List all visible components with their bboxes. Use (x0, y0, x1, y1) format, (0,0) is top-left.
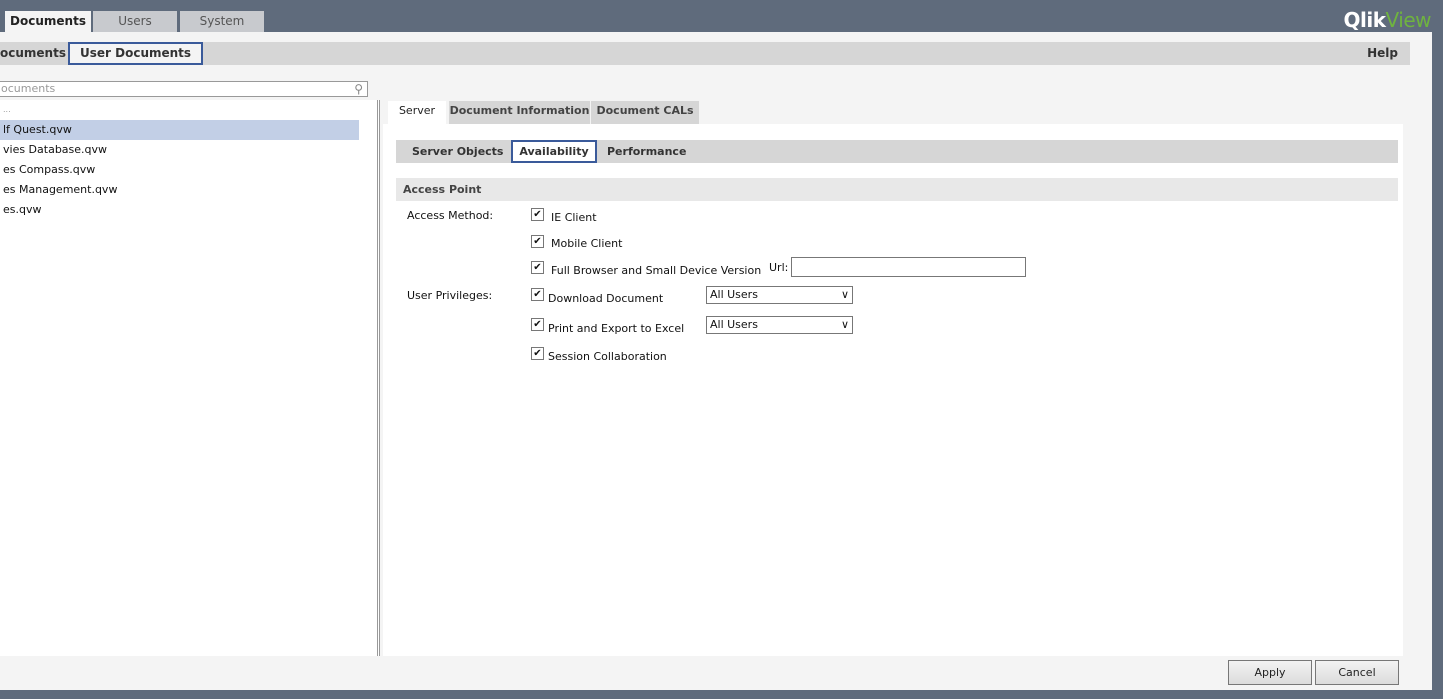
download-document-label: Download Document (548, 292, 664, 305)
list-item[interactable]: lf Quest.qvw (0, 120, 359, 140)
search-input[interactable]: ocuments ⚲ (0, 81, 368, 97)
url-input[interactable] (791, 257, 1026, 277)
full-browser-label: Full Browser and Small Device Version (551, 264, 762, 277)
print-export-label: Print and Export to Excel (548, 322, 685, 335)
document-details: Server Document Information Document CAL… (383, 100, 1403, 685)
subtab-performance[interactable]: Performance (607, 140, 686, 163)
apply-button[interactable]: Apply (1228, 660, 1312, 685)
sub-nav-user-documents[interactable]: User Documents (68, 42, 204, 65)
tab-server[interactable]: Server (388, 101, 446, 124)
access-method-label: Access Method: (407, 209, 494, 222)
url-label: Url: (769, 261, 789, 274)
qlikview-logo: QlikView (1343, 8, 1432, 32)
tab-users[interactable]: Users (93, 11, 177, 32)
download-users-select[interactable]: All Users ∨ (706, 286, 853, 304)
list-item[interactable]: es.qvw (0, 200, 359, 220)
sub-nav: ocuments User Documents Help (0, 42, 1410, 65)
subtab-server-objects[interactable]: Server Objects (412, 140, 503, 163)
cancel-button[interactable]: Cancel (1315, 660, 1399, 685)
mobile-client-checkbox[interactable]: ✔ (531, 235, 544, 248)
list-item[interactable]: es Compass.qvw (0, 160, 359, 180)
tab-documents[interactable]: Documents (5, 11, 91, 32)
download-document-checkbox[interactable]: ✔ (531, 288, 544, 301)
tab-system[interactable]: System (180, 11, 264, 32)
section-header: Access Point (396, 178, 1398, 201)
subtab-availability[interactable]: Availability (511, 140, 597, 163)
list-item[interactable]: vies Database.qvw (0, 140, 359, 160)
full-browser-checkbox[interactable]: ✔ (531, 261, 544, 274)
chevron-down-icon: ∨ (840, 318, 849, 331)
list-item[interactable]: es Management.qvw (0, 180, 359, 200)
sub-nav-source-documents[interactable]: ocuments (0, 42, 66, 65)
help-link[interactable]: Help (1367, 42, 1398, 65)
tab-document-cals[interactable]: Document CALs (591, 101, 699, 124)
search-icon[interactable]: ⚲ (354, 82, 363, 96)
print-export-checkbox[interactable]: ✔ (531, 318, 544, 331)
session-collaboration-label: Session Collaboration (548, 350, 667, 363)
document-list: ... lf Quest.qvw vies Database.qvw es Co… (0, 100, 380, 656)
chevron-down-icon: ∨ (840, 288, 849, 301)
search-placeholder: ocuments (1, 82, 56, 95)
print-users-select[interactable]: All Users ∨ (706, 316, 853, 334)
ie-client-label: IE Client (551, 211, 597, 224)
tab-document-information[interactable]: Document Information (449, 101, 590, 124)
session-collaboration-checkbox[interactable]: ✔ (531, 347, 544, 360)
user-privileges-label: User Privileges: (407, 289, 493, 302)
mobile-client-label: Mobile Client (551, 237, 623, 250)
list-item[interactable]: ... (0, 100, 359, 120)
main-page: ocuments User Documents Help ocuments ⚲ .… (0, 32, 1432, 690)
ie-client-checkbox[interactable]: ✔ (531, 208, 544, 221)
